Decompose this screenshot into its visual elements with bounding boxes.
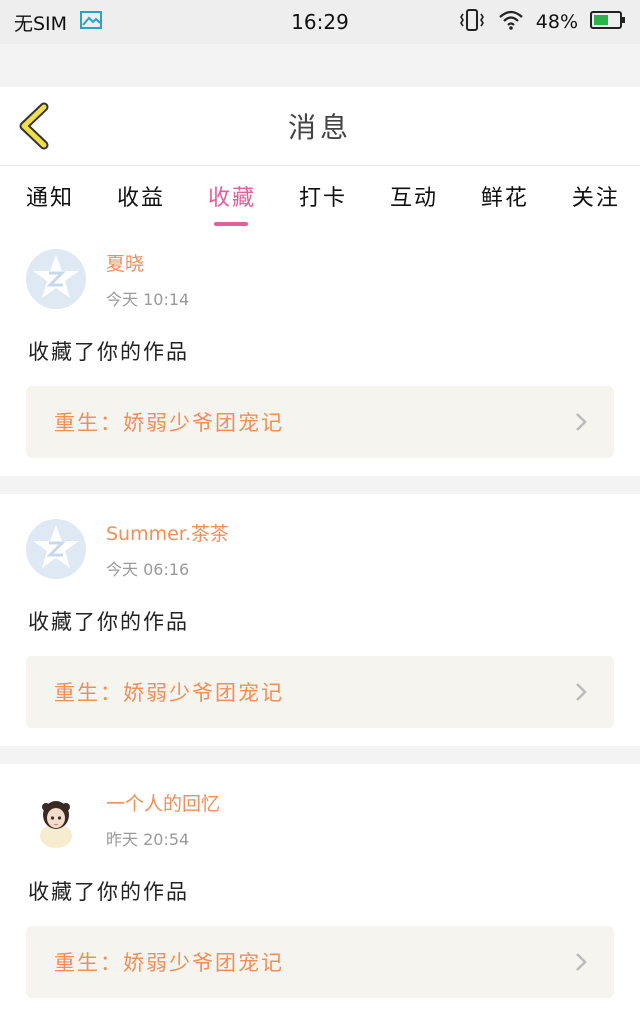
- user-name[interactable]: 夏晓: [106, 249, 189, 276]
- tab-follow[interactable]: 关注: [572, 166, 620, 212]
- chevron-right-icon: [576, 683, 587, 701]
- sim-status: 无SIM: [14, 12, 68, 35]
- message-time: 今天 06:16: [106, 559, 190, 579]
- work-title: 重生：娇弱少爷团宠记: [54, 681, 284, 705]
- chevron-right-icon: [576, 413, 587, 431]
- message-action: 收藏了你的作品: [28, 340, 189, 364]
- status-bar: 无SIM 16:29 48%: [0, 0, 640, 44]
- work-link[interactable]: 重生：娇弱少爷团宠记: [26, 926, 614, 998]
- page-title: 消息: [287, 111, 352, 144]
- header-bar: 消息: [0, 87, 640, 166]
- tab-checkin[interactable]: 打卡: [299, 166, 347, 212]
- work-link[interactable]: 重生：娇弱少爷团宠记: [26, 386, 614, 458]
- user-name[interactable]: 一个人的回忆: [106, 789, 220, 816]
- message-time: 昨天 20:54: [106, 829, 190, 849]
- work-link[interactable]: 重生：娇弱少爷团宠记: [26, 656, 614, 728]
- message-action: 收藏了你的作品: [28, 880, 189, 904]
- image-icon: [79, 9, 103, 36]
- tab-earnings[interactable]: 收益: [117, 166, 165, 212]
- girl-avatar-icon[interactable]: [26, 789, 86, 849]
- chevron-right-icon: [576, 953, 587, 971]
- user-name[interactable]: Summer.茶茶: [106, 519, 229, 546]
- back-button[interactable]: [14, 101, 58, 151]
- message-card: 夏晓 今天 10:14 收藏了你的作品 重生：娇弱少爷团宠记: [0, 224, 640, 476]
- message-card: Summer.茶茶 今天 06:16 收藏了你的作品 重生：娇弱少爷团宠记: [0, 494, 640, 746]
- top-spacer: [0, 44, 640, 87]
- tab-flowers[interactable]: 鲜花: [481, 166, 529, 212]
- vibrate-icon: [458, 8, 486, 37]
- battery-icon: [590, 10, 626, 35]
- tab-favorites[interactable]: 收藏: [208, 166, 256, 226]
- message-card: 一个人的回忆 昨天 20:54 收藏了你的作品 重生：娇弱少爷团宠记: [0, 764, 640, 1016]
- work-title: 重生：娇弱少爷团宠记: [54, 411, 284, 435]
- message-time: 今天 10:14: [106, 289, 190, 309]
- default-avatar-icon[interactable]: [26, 519, 86, 579]
- chevron-left-icon: [19, 102, 49, 150]
- tab-interaction[interactable]: 互动: [390, 166, 438, 212]
- default-avatar-icon[interactable]: [26, 249, 86, 309]
- battery-percent: 48%: [535, 11, 578, 33]
- wifi-icon: [498, 9, 524, 36]
- tab-bar: 通知 收益 收藏 打卡 互动 鲜花 关注: [0, 166, 640, 226]
- work-title: 重生：娇弱少爷团宠记: [54, 951, 284, 975]
- message-action: 收藏了你的作品: [28, 610, 189, 634]
- tab-notifications[interactable]: 通知: [26, 166, 74, 212]
